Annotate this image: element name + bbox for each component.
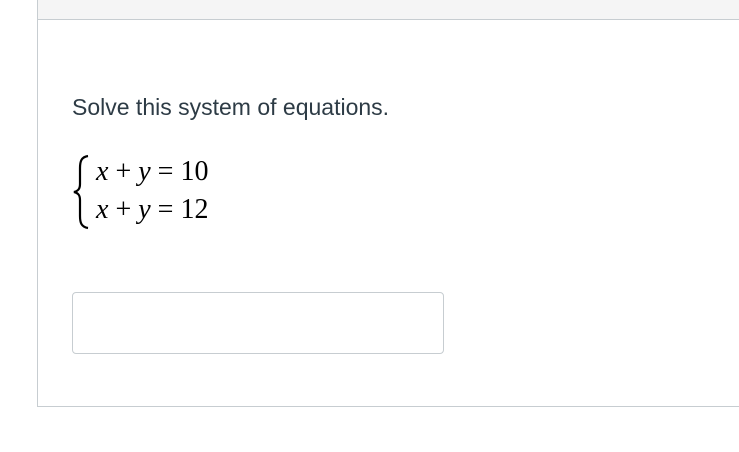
- equation-1-variable-x: x: [96, 156, 109, 187]
- equation-1-constant: 10: [180, 156, 209, 187]
- question-panel: Solve this system of equations. x + y = 10 x…: [37, 20, 739, 407]
- equation-2-variable-x: x: [96, 194, 109, 225]
- equation-2-equals-sign: =: [157, 194, 174, 225]
- equation-2-variable-y: y: [138, 194, 151, 225]
- equation-1-plus-sign: +: [115, 156, 132, 187]
- question-header-strip: [37, 0, 739, 20]
- answer-input[interactable]: [72, 292, 444, 354]
- equation-2-plus-sign: +: [115, 194, 132, 225]
- equation-system: x + y = 10 x + y = 12: [70, 150, 290, 234]
- question-prompt: Solve this system of equations.: [72, 94, 390, 120]
- quiz-page: Solve this system of equations. x + y = 10 x…: [0, 0, 739, 452]
- equation-2-constant: 12: [180, 194, 209, 225]
- left-brace-icon: [73, 154, 89, 230]
- equation-line-2: x + y = 12: [96, 194, 208, 226]
- equation-line-1: x + y = 10: [96, 156, 208, 188]
- equation-1-variable-y: y: [138, 156, 151, 187]
- equation-1-equals-sign: =: [157, 156, 174, 187]
